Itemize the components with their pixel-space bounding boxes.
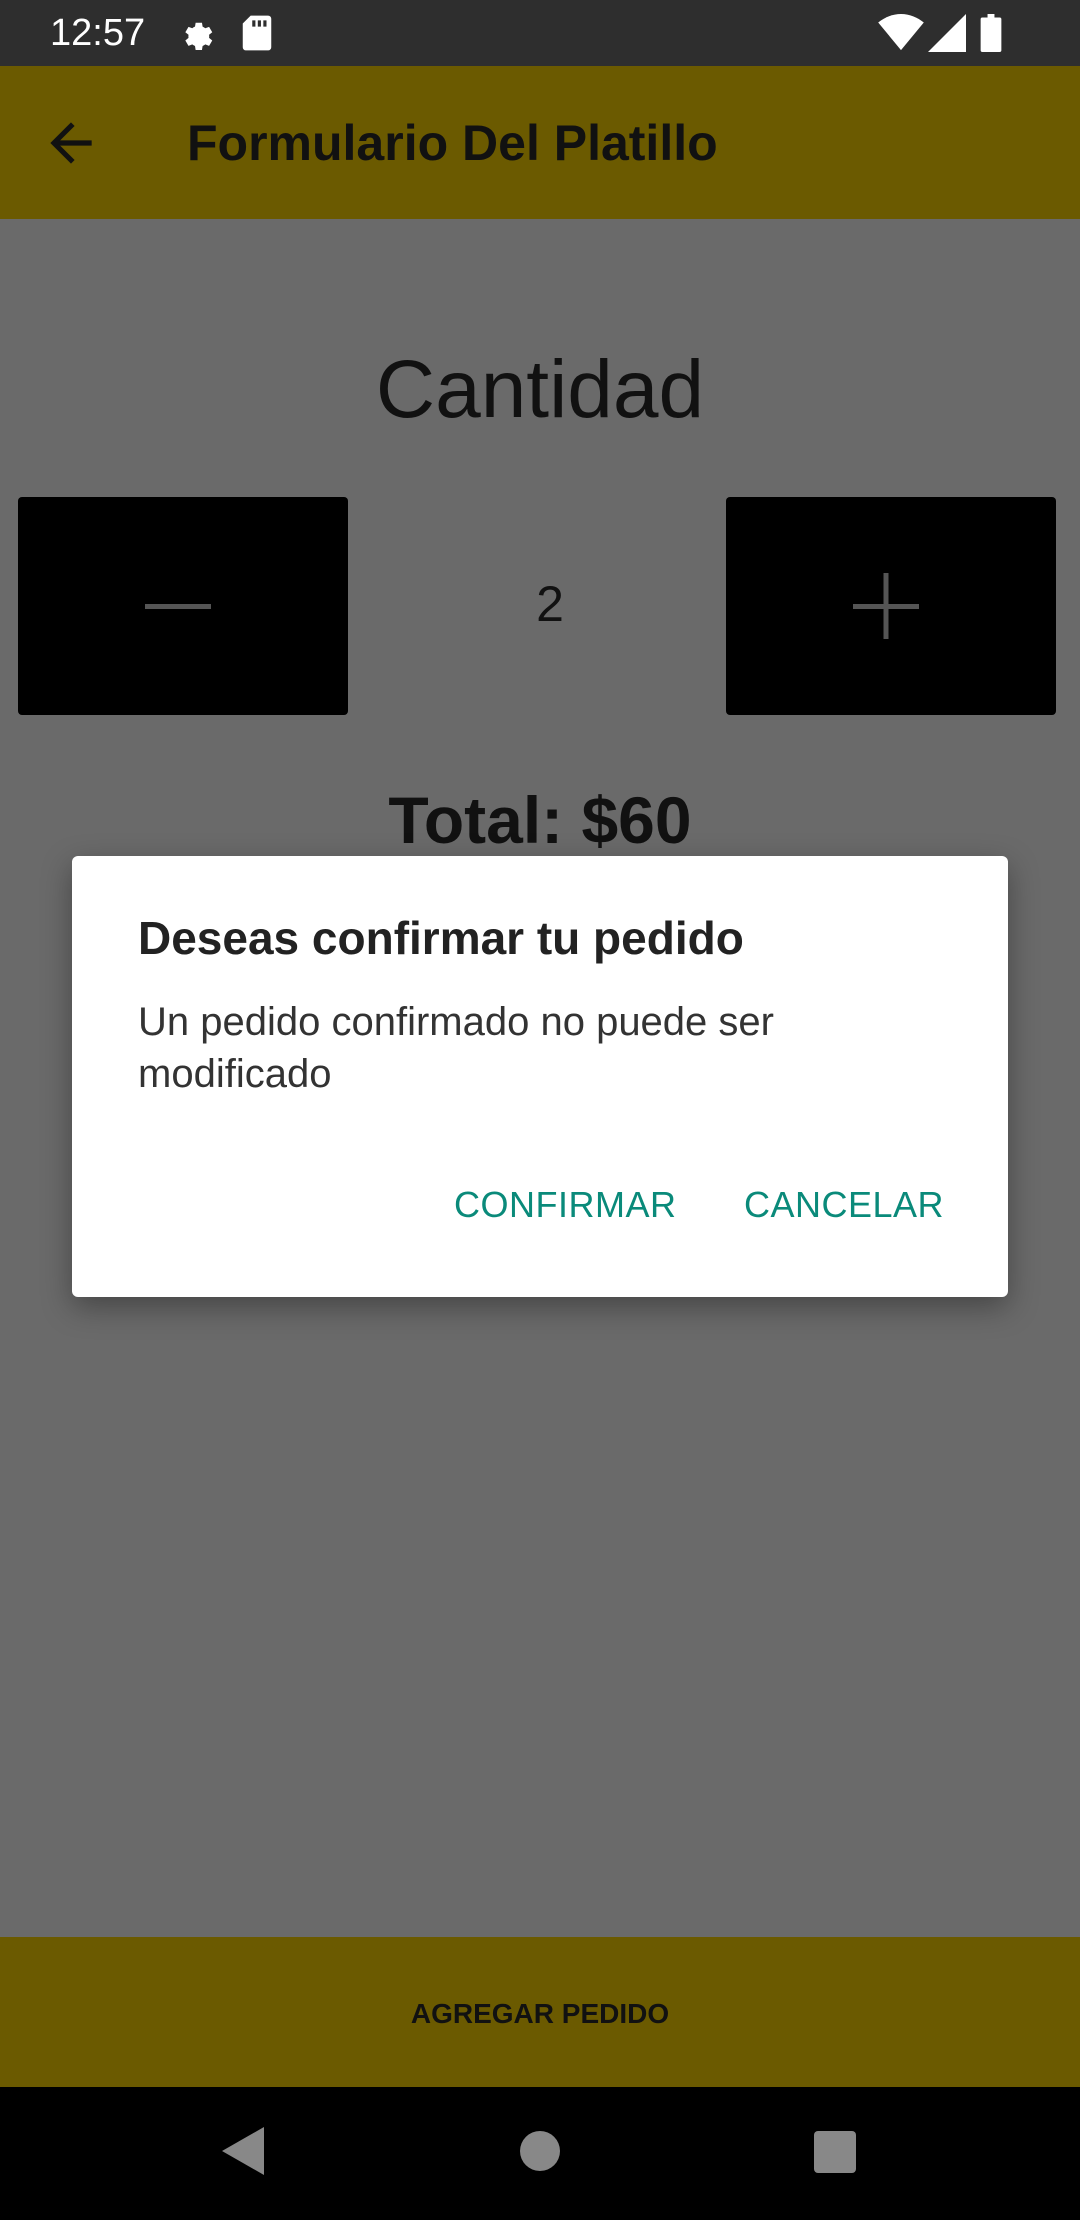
home-circle-icon[interactable]	[519, 2130, 561, 2177]
gear-icon	[176, 14, 214, 57]
quantity-label: Cantidad	[375, 344, 705, 435]
arrow-left-icon[interactable]	[40, 112, 102, 174]
status-time: 12:57	[50, 12, 146, 54]
plus-icon	[853, 573, 919, 639]
dialog-message: Un pedido confirmado no puede ser modifi…	[138, 1000, 774, 1096]
signal-icon	[928, 14, 966, 57]
sd-card-icon	[240, 14, 274, 57]
total-label: Total: $60	[388, 783, 692, 857]
page-title: Formulario Del Platillo	[187, 115, 718, 171]
battery-icon	[980, 14, 1002, 57]
status-bar: 12:57	[0, 0, 1080, 66]
confirm-button[interactable]: CONFIRMAR	[454, 1182, 677, 1228]
quantity-value: 2	[536, 576, 564, 632]
wifi-icon	[878, 14, 924, 57]
recents-square-icon[interactable]	[814, 2131, 856, 2178]
increment-button[interactable]	[726, 497, 1056, 715]
system-nav-bar	[0, 2087, 1080, 2220]
cancel-button[interactable]: CANCELAR	[744, 1182, 944, 1228]
confirm-dialog: Deseas confirmar tu pedido Un pedido con…	[72, 856, 1008, 1297]
minus-icon	[145, 604, 211, 609]
back-triangle-icon[interactable]	[222, 2127, 264, 2180]
add-order-label: AGREGAR PEDIDO	[410, 1998, 670, 2029]
decrement-button[interactable]	[18, 497, 348, 715]
dialog-title: Deseas confirmar tu pedido	[138, 912, 744, 964]
